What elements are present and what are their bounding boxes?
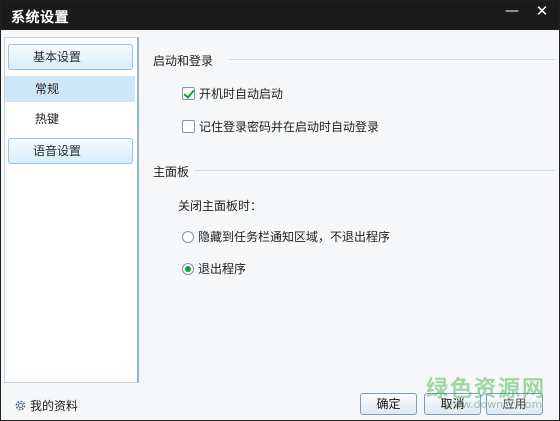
close-icon[interactable]: ✕: [528, 1, 556, 23]
sidebar-group-voice[interactable]: 语音设置: [8, 138, 133, 164]
my-profile-label: 我的资料: [30, 399, 79, 413]
autostart-checkbox[interactable]: [182, 87, 195, 100]
my-profile-link[interactable]: 我的资料: [14, 397, 78, 414]
autostart-label: 开机时自动启动: [199, 87, 284, 101]
close-panel-prompt: 关闭主面板时：: [178, 199, 263, 213]
settings-window: 系统设置 — ✕ 基本设置 常规 热键 语音设置 启动和登录 开机时自动启动 记…: [0, 0, 560, 421]
remember-password-checkbox[interactable]: [182, 120, 195, 133]
gear-icon: [15, 400, 26, 411]
watermark-url: www.downcc.com: [444, 398, 543, 411]
option-remember-password[interactable]: 记住登录密码并在启动时自动登录: [182, 118, 379, 135]
settings-sidebar: 基本设置 常规 热键 语音设置: [4, 37, 139, 383]
exit-program-radio[interactable]: [182, 262, 194, 275]
sidebar-group-basic[interactable]: 基本设置: [8, 44, 133, 70]
option-hide-to-tray[interactable]: 隐藏到任务栏通知区域，不退出程序: [182, 228, 390, 245]
title-bar[interactable]: 系统设置 — ✕: [1, 1, 559, 30]
section-title-panel: 主面板: [153, 165, 190, 179]
remember-password-label: 记住登录密码并在启动时自动登录: [199, 120, 380, 134]
hide-to-tray-radio[interactable]: [182, 230, 194, 243]
option-exit-program[interactable]: 退出程序: [182, 260, 246, 277]
section-title-login: 启动和登录: [153, 54, 214, 68]
option-autostart[interactable]: 开机时自动启动: [182, 85, 283, 102]
hide-to-tray-label: 隐藏到任务栏通知区域，不退出程序: [198, 230, 391, 244]
sidebar-item-general[interactable]: 常规: [5, 76, 135, 102]
sidebar-item-hotkeys[interactable]: 热键: [5, 106, 135, 132]
window-title: 系统设置: [11, 10, 69, 26]
ok-button[interactable]: 确定: [360, 393, 417, 415]
section-divider-login: [229, 59, 555, 60]
exit-program-label: 退出程序: [198, 262, 247, 276]
section-divider-panel: [195, 170, 555, 171]
minimize-icon[interactable]: —: [498, 1, 526, 23]
